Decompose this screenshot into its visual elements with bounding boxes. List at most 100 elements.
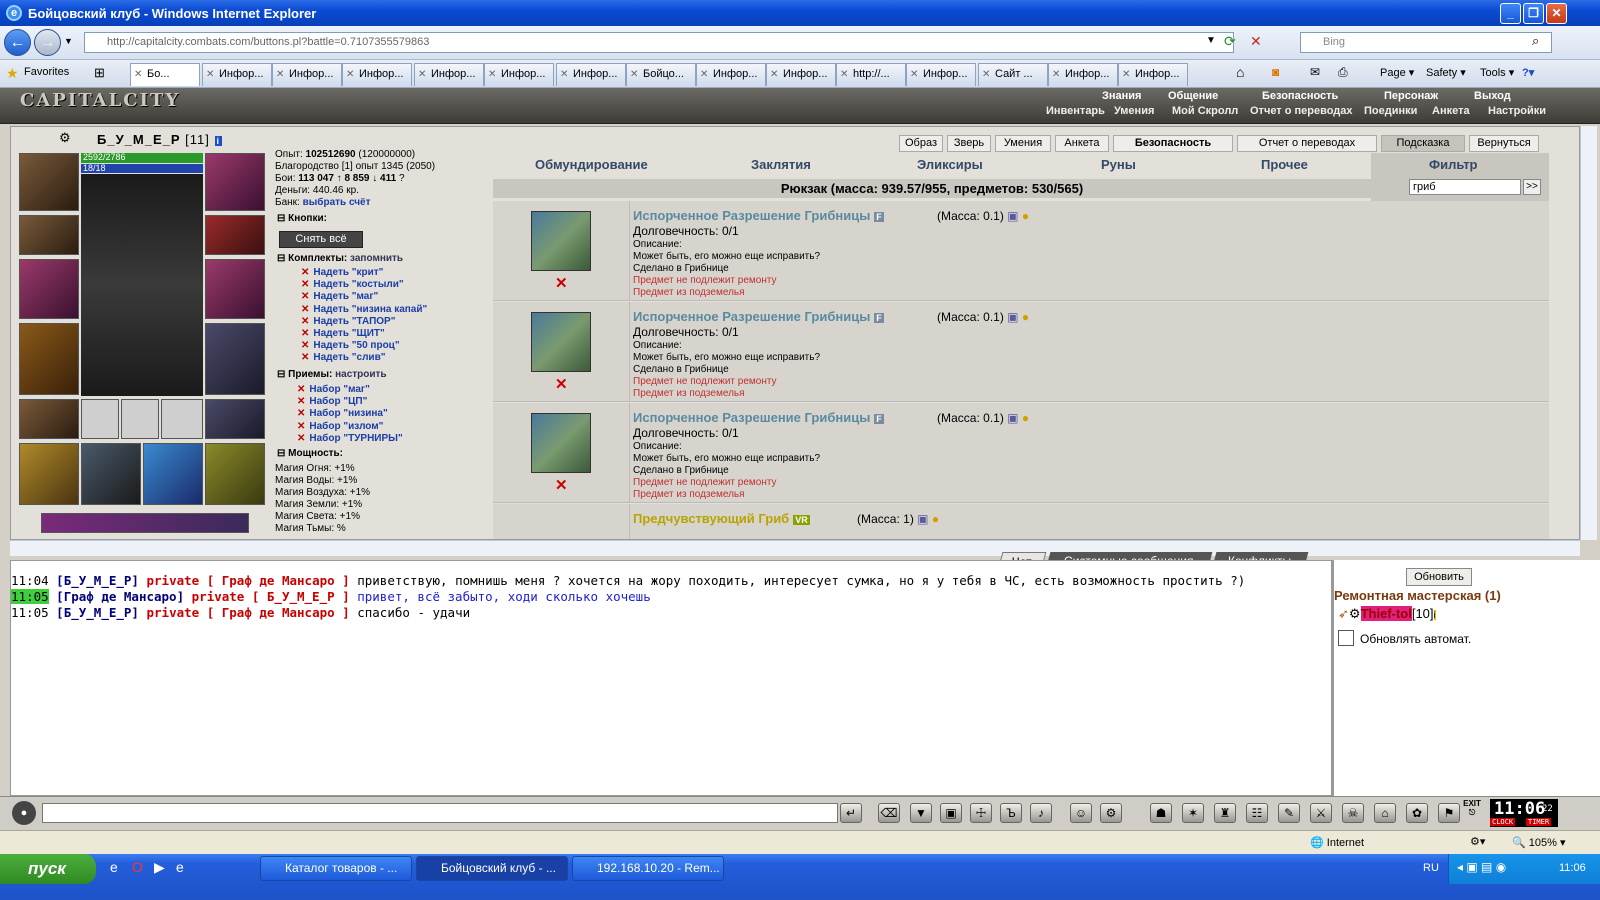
- filter-go-button[interactable]: >>: [1523, 179, 1541, 195]
- ring-slot-3[interactable]: [161, 399, 203, 439]
- ring-slot-1[interactable]: [81, 399, 119, 439]
- set-item[interactable]: Надеть "слив": [301, 352, 385, 363]
- tricks-section-header[interactable]: ⊟ Приемы: настроить: [277, 369, 387, 380]
- item-name[interactable]: Испорченное Разрешение Грибницы F: [633, 208, 884, 223]
- bag-slot-3[interactable]: [143, 443, 203, 505]
- chat-sender[interactable]: [Б_У_М_Е_Р]: [56, 573, 139, 588]
- weapon-slot[interactable]: [19, 259, 79, 319]
- action-icon-6[interactable]: ⚔: [1310, 803, 1332, 823]
- character-avatar[interactable]: [81, 174, 203, 396]
- sets-section-header[interactable]: ⊟ Комплекты: запомнить: [277, 253, 403, 264]
- task-fight-club[interactable]: Бойцовский клуб - ...: [416, 856, 568, 881]
- media-quicklaunch-icon[interactable]: ▶: [154, 859, 165, 876]
- security-button[interactable]: Безопасность: [1113, 135, 1233, 152]
- action-icon-1[interactable]: ☗: [1150, 803, 1172, 823]
- ie-quicklaunch-icon-2[interactable]: e: [176, 859, 184, 875]
- trick-set-item[interactable]: Набор "низина": [297, 408, 387, 419]
- translit-icon[interactable]: Ъ: [1000, 803, 1022, 823]
- amulet-slot[interactable]: [205, 153, 265, 211]
- back-button[interactable]: ←: [4, 29, 31, 56]
- quick-tabs-icon[interactable]: ⊞: [94, 65, 105, 81]
- menu-profile[interactable]: Анкета: [1432, 105, 1470, 117]
- browser-tab[interactable]: Инфор...: [696, 63, 766, 86]
- menu-settings[interactable]: Настройки: [1488, 105, 1546, 117]
- browser-tab[interactable]: Инфор...: [272, 63, 342, 86]
- favorites-star-icon[interactable]: ★: [6, 65, 19, 82]
- belt-slot[interactable]: [19, 399, 79, 439]
- task-catalog[interactable]: Каталог товаров - ...: [260, 856, 412, 881]
- item-name[interactable]: Испорченное Разрешение Грибницы F: [633, 410, 884, 425]
- print-icon[interactable]: ⎙: [1338, 65, 1348, 80]
- menu-fights[interactable]: Поединки: [1364, 105, 1417, 117]
- zoom-level[interactable]: 🔍 105% ▾: [1512, 836, 1565, 849]
- action-icon-8[interactable]: ⌂: [1374, 803, 1396, 823]
- filter-icon[interactable]: ▼: [910, 803, 932, 823]
- browser-tab[interactable]: Инфор...: [766, 63, 836, 86]
- send-icon[interactable]: ↵: [840, 803, 862, 823]
- remove-all-button[interactable]: Снять всё: [279, 231, 363, 248]
- home-icon[interactable]: ⌂: [1236, 64, 1244, 80]
- menu-transfer-report[interactable]: Отчет о переводах: [1250, 105, 1353, 117]
- power-section-header[interactable]: ⊟ Мощность:: [277, 448, 343, 459]
- browser-tab[interactable]: Инфор...: [556, 63, 626, 86]
- search-input[interactable]: Bing: [1300, 32, 1552, 53]
- tab-equipment[interactable]: Обмундирование: [535, 157, 648, 172]
- chat-options-icon[interactable]: ⚙: [1100, 803, 1122, 823]
- sound-icon[interactable]: ♪: [1030, 803, 1052, 823]
- trick-set-item[interactable]: Набор "излом": [297, 421, 383, 432]
- chat-mode-icon[interactable]: ●: [12, 801, 36, 825]
- set-item[interactable]: Надеть "крит": [301, 267, 383, 278]
- pet-button[interactable]: Зверь: [947, 135, 991, 152]
- set-item[interactable]: Надеть "ТАПОР": [301, 316, 395, 327]
- helmet-slot[interactable]: [19, 153, 79, 211]
- forward-button[interactable]: →: [34, 29, 61, 56]
- save-icon[interactable]: ▣: [940, 803, 962, 823]
- item-name[interactable]: Предчувствующий Гриб VR: [633, 511, 810, 526]
- start-button[interactable]: пуск: [0, 854, 96, 884]
- action-icon-7[interactable]: ☠: [1342, 803, 1364, 823]
- set-item[interactable]: Надеть "низина капай": [301, 304, 427, 315]
- tab-filter[interactable]: Фильтр: [1429, 157, 1478, 172]
- search-icon[interactable]: ⌕: [1532, 33, 1539, 49]
- stop-icon[interactable]: ✕: [1250, 33, 1262, 50]
- trick-set-item[interactable]: Набор "ТУРНИРЫ": [297, 433, 402, 444]
- menu-inventory[interactable]: Инвентарь: [1046, 105, 1105, 117]
- menu-exit[interactable]: Выход: [1474, 90, 1511, 102]
- tab-other[interactable]: Прочее: [1261, 157, 1308, 172]
- set-item[interactable]: Надеть "маг": [301, 291, 378, 302]
- room-user[interactable]: ➶⚙Thief-tol[10]i: [1338, 606, 1436, 622]
- action-icon-3[interactable]: ♜: [1214, 803, 1236, 823]
- smiley-icon[interactable]: ☺: [1070, 803, 1092, 823]
- page-menu[interactable]: Page ▾: [1380, 66, 1414, 79]
- language-indicator[interactable]: RU: [1423, 862, 1439, 874]
- set-item[interactable]: Надеть "ЩИТ": [301, 328, 384, 339]
- action-icon-5[interactable]: ✎: [1278, 803, 1300, 823]
- restore-button[interactable]: ❐: [1523, 3, 1544, 24]
- auto-refresh-checkbox[interactable]: [1338, 630, 1354, 646]
- skills-button[interactable]: Умения: [995, 135, 1051, 152]
- tab-elixirs[interactable]: Эликсиры: [917, 157, 983, 172]
- filter-input[interactable]: гриб: [1409, 179, 1521, 195]
- ie-quicklaunch-icon[interactable]: e: [110, 859, 118, 875]
- hint-button[interactable]: Подсказка: [1381, 135, 1465, 152]
- character-name[interactable]: Б_У_М_Е_Р [11] i: [97, 132, 223, 147]
- horizontal-scrollbar[interactable]: [10, 540, 1580, 556]
- clan-icon[interactable]: ⚙: [59, 130, 71, 146]
- item-name[interactable]: Испорченное Разрешение Грибницы F: [633, 309, 884, 324]
- ring-slot-2[interactable]: [121, 399, 159, 439]
- close-window-button[interactable]: ✕: [1546, 3, 1567, 24]
- delete-item-icon[interactable]: ✕: [555, 476, 568, 494]
- browser-tab[interactable]: Инфор...: [1118, 63, 1188, 86]
- help-icon[interactable]: ?▾: [1522, 66, 1534, 79]
- action-icon-9[interactable]: ✿: [1406, 803, 1428, 823]
- task-remote[interactable]: 192.168.10.20 - Rem...: [572, 856, 724, 881]
- clear-icon[interactable]: ⌫: [878, 803, 900, 823]
- set-item[interactable]: Надеть "костыли": [301, 279, 403, 290]
- boots-slot[interactable]: [205, 399, 265, 439]
- browser-tab[interactable]: http://...: [836, 63, 906, 86]
- browser-tab[interactable]: Инфор...: [342, 63, 412, 86]
- image-button[interactable]: Образ: [899, 135, 943, 152]
- profile-button[interactable]: Анкета: [1055, 135, 1109, 152]
- transfer-report-button[interactable]: Отчет о переводах: [1237, 135, 1377, 152]
- safety-menu[interactable]: Safety ▾: [1426, 66, 1466, 79]
